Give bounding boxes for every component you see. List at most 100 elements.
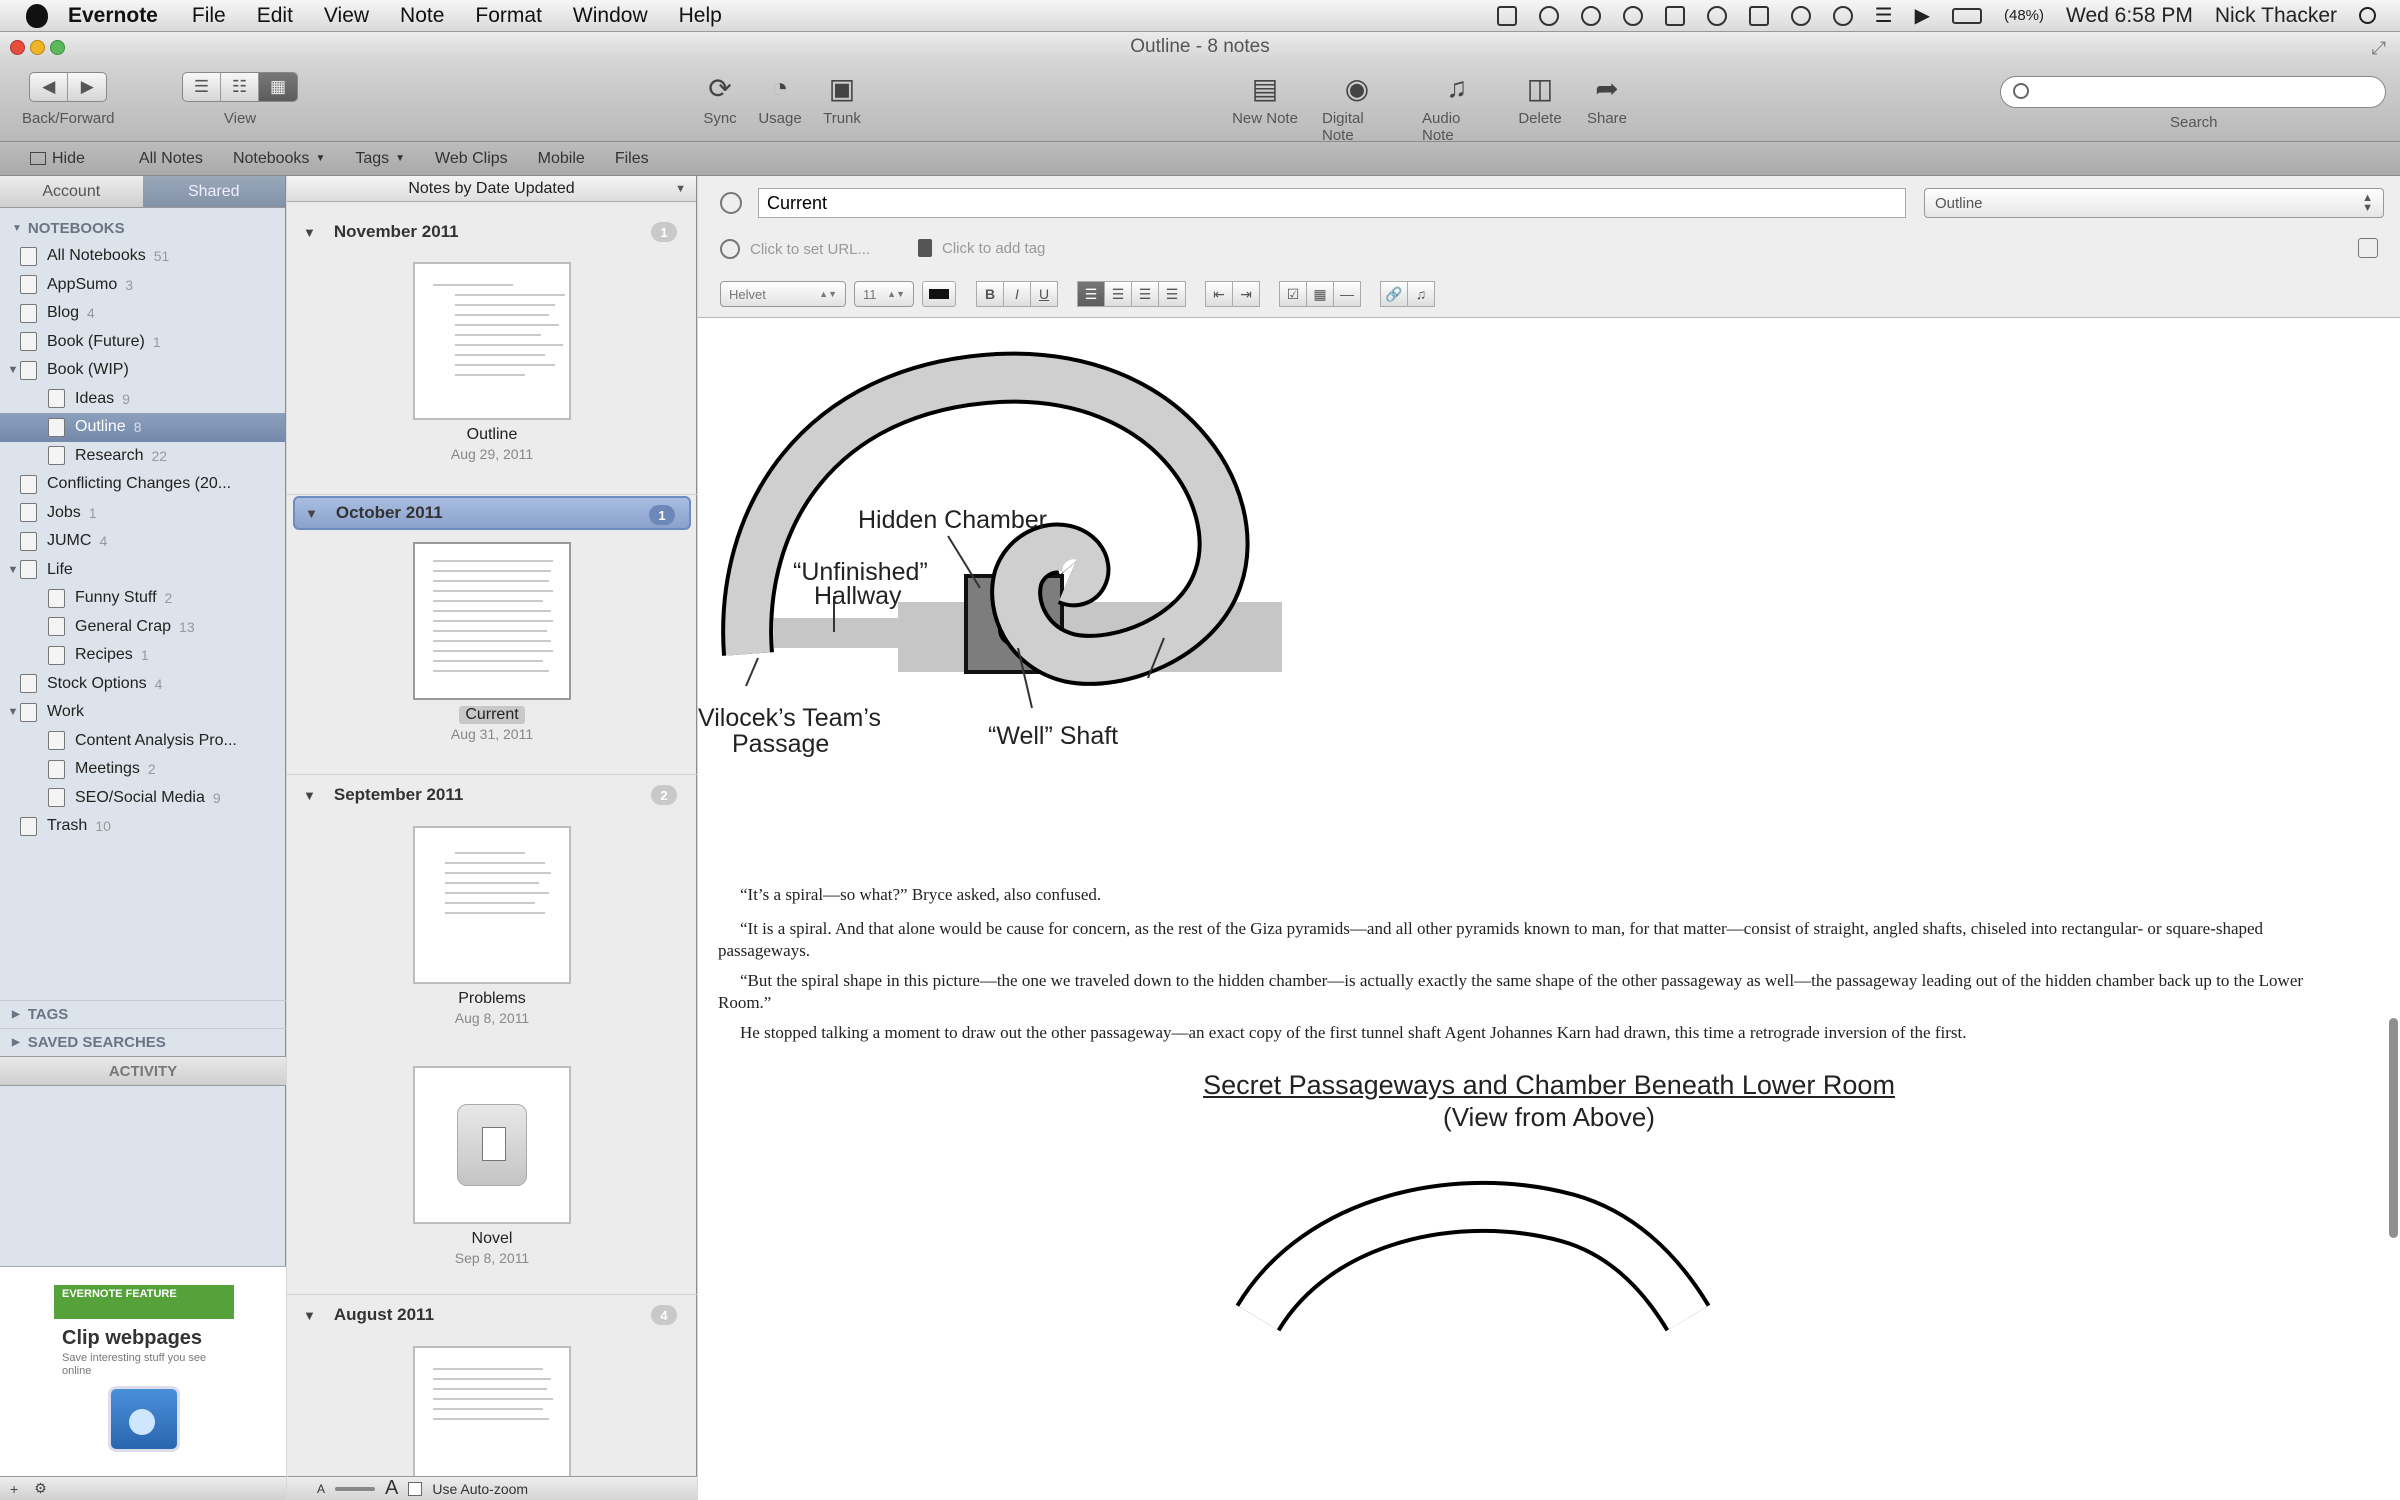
url-field[interactable]: Click to set URL... <box>720 239 870 259</box>
sidebar-item-jumc[interactable]: JUMC 4 <box>0 527 285 556</box>
promo-card[interactable]: EVERNOTE FEATURE Clip webpages Save inte… <box>54 1285 234 1465</box>
moon-icon[interactable] <box>1580 5 1601 26</box>
sidebar-item-appsumo[interactable]: AppSumo 3 <box>0 271 285 300</box>
activity-header[interactable]: ACTIVITY <box>0 1056 286 1086</box>
dropbox-icon[interactable] <box>1538 5 1559 26</box>
checkbox-icon[interactable]: ☑ <box>1279 281 1307 307</box>
circle-icon[interactable] <box>1832 5 1853 26</box>
back-arrow-icon[interactable]: ◀ <box>30 73 69 101</box>
clock[interactable]: Wed 6:58 PM <box>2066 4 2193 28</box>
sidebar-item-blog[interactable]: Blog 4 <box>0 299 285 328</box>
delete-button[interactable]: ◫ Delete <box>1505 72 1575 128</box>
microphone-icon[interactable]: ♫ <box>1407 281 1435 307</box>
indent-icon[interactable]: ⇥ <box>1232 281 1260 307</box>
sidebar-item-outline[interactable]: Outline 8 <box>0 413 285 442</box>
sidebar-item-jobs[interactable]: Jobs 1 <box>0 499 285 528</box>
note-card-problems[interactable]: Problems Aug 8, 2011 <box>287 826 697 1026</box>
trunk-button[interactable]: ▣ Trunk <box>807 72 877 128</box>
tags-section[interactable]: ▶ TAGS <box>0 1000 286 1028</box>
size-select[interactable]: 11 ▲▼ <box>854 281 914 307</box>
disclosure-triangle-icon[interactable]: ▼ <box>6 706 20 718</box>
clipboard-icon[interactable] <box>1748 5 1769 26</box>
menu-view[interactable]: View <box>324 4 369 28</box>
align-center-icon[interactable]: ☰ <box>1104 281 1132 307</box>
saved-searches-section[interactable]: ▶ SAVED SEARCHES <box>0 1028 286 1056</box>
nav-all-notes[interactable]: All Notes <box>139 150 203 168</box>
underline-button[interactable]: U <box>1030 281 1058 307</box>
link-icon[interactable]: 🔗 <box>1380 281 1408 307</box>
search-input[interactable] <box>2037 81 2367 103</box>
chat-icon[interactable] <box>1706 5 1727 26</box>
evernote-status-icon[interactable] <box>1664 5 1685 26</box>
disclosure-triangle-icon[interactable]: ▼ <box>6 564 20 576</box>
user-name[interactable]: Nick Thacker <box>2215 4 2337 28</box>
menu-app[interactable]: Evernote <box>68 4 158 28</box>
nav-web-clips[interactable]: Web Clips <box>435 150 508 168</box>
sidebar-item-content-analysis-pro[interactable]: Content Analysis Pro... <box>0 727 285 756</box>
wifi-icon[interactable]: ☰ <box>1875 3 1893 28</box>
horizontal-rule-icon[interactable]: — <box>1333 281 1361 307</box>
note-details-icon[interactable] <box>2358 238 2378 258</box>
nav-mobile[interactable]: Mobile <box>538 150 585 168</box>
close-window-icon[interactable] <box>10 40 25 55</box>
font-select[interactable]: Helvet ▲▼ <box>720 281 846 307</box>
nav-notebooks[interactable]: Notebooks ▼ <box>233 150 325 168</box>
audio-note-button[interactable]: ♫ Audio Note <box>1422 72 1492 144</box>
tab-account[interactable]: Account <box>0 176 143 207</box>
sidebar-item-ideas[interactable]: Ideas 9 <box>0 385 285 414</box>
share-button[interactable]: ➦ Share <box>1572 72 1642 128</box>
usage-button[interactable]: ◔ Usage <box>745 72 815 127</box>
menu-format[interactable]: Format <box>475 4 542 28</box>
align-right-icon[interactable]: ☰ <box>1131 281 1159 307</box>
month-header-oct[interactable]: ▼ October 2011 1 <box>293 496 691 530</box>
note-card-novel[interactable]: Novel Sep 8, 2011 <box>287 1066 697 1266</box>
tag-field[interactable]: Click to add tag <box>918 239 1045 257</box>
new-note-button[interactable]: ▤ New Note <box>1230 72 1300 128</box>
digital-note-button[interactable]: ◉ Digital Note <box>1322 72 1392 145</box>
align-left-icon[interactable]: ☰ <box>1077 281 1105 307</box>
note-body[interactable]: Hidden Chamber “Unfinished” Hallway Vilo… <box>698 318 2400 1500</box>
sidebar-item-trash[interactable]: Trash 10 <box>0 812 285 841</box>
notebook-select[interactable]: Outline ▲ ▼ <box>1924 188 2384 218</box>
auto-zoom-checkbox[interactable] <box>408 1481 423 1496</box>
sidebar-item-all-notebooks[interactable]: All Notebooks 51 <box>0 242 285 271</box>
tab-shared[interactable]: Shared <box>142 176 285 207</box>
sidebar-item-research[interactable]: Research 22 <box>0 442 285 471</box>
table-icon[interactable]: ▦ <box>1306 281 1334 307</box>
screen-record-icon[interactable] <box>1496 5 1517 26</box>
note-title-field[interactable] <box>758 188 1906 218</box>
sidebar-item-meetings[interactable]: Meetings 2 <box>0 755 285 784</box>
notebooks-heading[interactable]: ▼ NOTEBOOKS <box>0 214 285 242</box>
sidebar-item-stock-options[interactable]: Stock Options 4 <box>0 670 285 699</box>
add-icon[interactable]: + <box>10 1481 18 1497</box>
nav-files[interactable]: Files <box>615 150 649 168</box>
sidebar-item-seo-social-media[interactable]: SEO/Social Media 9 <box>0 784 285 813</box>
editor-scrollbar[interactable] <box>2389 1018 2398 1238</box>
minimize-window-icon[interactable] <box>30 40 45 55</box>
spotlight-icon[interactable] <box>2359 7 2376 24</box>
month-header-aug[interactable]: ▼ August 2011 4 <box>293 1298 691 1332</box>
view-card-icon[interactable]: ▦ <box>259 73 297 101</box>
menu-file[interactable]: File <box>192 4 226 28</box>
view-list-icon[interactable]: ☰ <box>183 73 221 101</box>
outdent-icon[interactable]: ⇤ <box>1205 281 1233 307</box>
volume-icon[interactable]: ▶ <box>1915 3 1930 28</box>
month-header-sep[interactable]: ▼ September 2011 2 <box>293 778 691 812</box>
disclosure-triangle-icon[interactable]: ▼ <box>6 364 20 376</box>
note-card-current[interactable]: Current Aug 31, 2011 <box>287 542 697 742</box>
text-color-button[interactable] <box>922 281 956 307</box>
month-header-nov[interactable]: ▼ November 2011 1 <box>293 215 691 249</box>
menu-window[interactable]: Window <box>573 4 648 28</box>
apple-menu-icon[interactable] <box>26 3 48 28</box>
sidebar-item-book-wip[interactable]: ▼ Book (WIP) <box>0 356 285 385</box>
search-box[interactable] <box>2000 76 2386 108</box>
note-card-outline[interactable]: Outline Aug 29, 2011 <box>287 262 697 462</box>
nav-tags[interactable]: Tags ▼ <box>355 150 405 168</box>
menu-edit[interactable]: Edit <box>257 4 293 28</box>
sidebar-item-conflicting-changes-20[interactable]: Conflicting Changes (20... <box>0 470 285 499</box>
sidebar-item-recipes[interactable]: Recipes 1 <box>0 641 285 670</box>
sort-header[interactable]: Notes by Date Updated ▼ <box>287 176 696 202</box>
sidebar-item-life[interactable]: ▼ Life <box>0 556 285 585</box>
italic-button[interactable]: I <box>1003 281 1031 307</box>
fullscreen-icon[interactable]: ⤢ <box>2372 38 2386 59</box>
